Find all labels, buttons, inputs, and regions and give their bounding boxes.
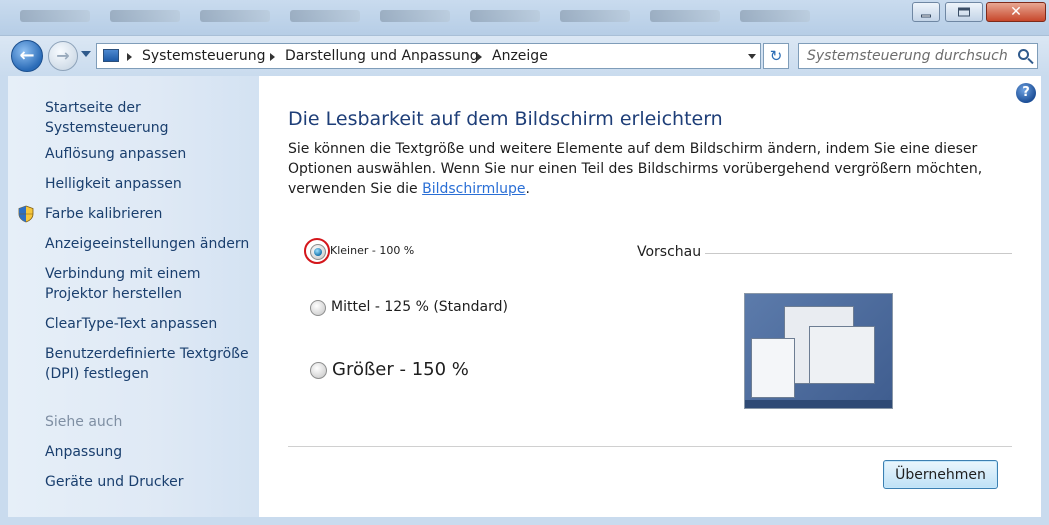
address-dropdown-icon[interactable] — [748, 54, 756, 59]
help-icon: ? — [1022, 85, 1030, 100]
preview-taskbar — [745, 400, 892, 408]
page-title: Die Lesbarkeit auf dem Bildschirm erleic… — [288, 108, 723, 130]
forward-button[interactable]: → — [48, 41, 78, 71]
refresh-icon: ↻ — [769, 47, 783, 65]
apply-button[interactable]: Übernehmen — [883, 460, 998, 489]
breadcrumb-systemsteuerung[interactable]: Systemsteuerung — [142, 48, 265, 64]
sidebar-item-helligkeit[interactable]: Helligkeit anpassen — [45, 174, 182, 194]
back-button[interactable]: ← — [11, 40, 43, 72]
minimize-icon — [921, 14, 931, 18]
arrow-left-icon: ← — [19, 45, 35, 66]
breadcrumb-anzeige[interactable]: Anzeige — [492, 48, 548, 64]
maximize-button[interactable] — [945, 2, 983, 22]
radio-kleiner[interactable] — [310, 244, 326, 260]
close-button[interactable]: ✕ — [986, 2, 1046, 22]
sidebar-item-farbe[interactable]: Farbe kalibrieren — [45, 204, 162, 224]
breadcrumb-darstellung[interactable]: Darstellung und Anpassung — [285, 48, 479, 64]
option-label-groesser[interactable]: Größer - 150 % — [332, 359, 469, 380]
maximize-icon — [958, 7, 970, 17]
refresh-button[interactable]: ↻ — [763, 43, 789, 69]
sidebar-item-aufloesung[interactable]: Auflösung anpassen — [45, 144, 186, 164]
sidebar-item-projektor[interactable]: Verbindung mit einem Projektor herstelle… — [45, 264, 220, 304]
preview-rule — [705, 253, 1012, 254]
sidebar-item-cleartype[interactable]: ClearType-Text anpassen — [45, 314, 217, 334]
description-text: Sie können die Textgröße und weitere Ele… — [288, 141, 983, 197]
close-icon: ✕ — [1010, 4, 1022, 20]
sidebar: Startseite der Systemsteuerung Auflösung… — [8, 76, 259, 517]
sidebar-home-link[interactable]: Startseite der Systemsteuerung — [45, 98, 259, 138]
see-also-heading: Siehe auch — [45, 414, 123, 430]
search-input[interactable] — [807, 47, 1007, 65]
sidebar-item-textgroesse[interactable]: Benutzerdefinierte Textgröße (DPI) festl… — [45, 344, 255, 384]
recent-pages-dropdown[interactable] — [81, 51, 91, 57]
sidebar-item-anzeigeeinstellungen[interactable]: Anzeigeeinstellungen ändern — [45, 234, 249, 254]
preview-label: Vorschau — [637, 244, 702, 260]
radio-groesser[interactable] — [310, 362, 327, 379]
preview-window-side — [751, 338, 795, 398]
radio-mittel[interactable] — [310, 300, 326, 316]
minimize-button[interactable] — [912, 2, 940, 22]
page-description: Sie können die Textgröße und weitere Ele… — [288, 139, 1018, 199]
main-content: ? Die Lesbarkeit auf dem Bildschirm erle… — [259, 76, 1041, 517]
arrow-right-icon: → — [56, 46, 70, 65]
control-panel-icon — [103, 49, 119, 62]
title-bar: ✕ — [0, 0, 1049, 36]
footer-divider — [288, 446, 1012, 447]
shield-icon — [18, 205, 34, 223]
sidebar-item-anpassung[interactable]: Anpassung — [45, 442, 122, 462]
description-end: . — [525, 181, 530, 197]
preview-window-front — [809, 326, 875, 384]
window-border-bottom — [0, 517, 1049, 525]
search-box[interactable] — [798, 43, 1038, 69]
breadcrumb-separator-icon[interactable] — [127, 53, 132, 61]
window-border-right — [1041, 76, 1049, 525]
breadcrumb-separator-icon[interactable] — [270, 53, 275, 61]
navigation-bar: ← → Systemsteuerung Darstellung und Anpa… — [0, 36, 1049, 76]
window-border-left — [0, 76, 8, 525]
preview-image — [744, 293, 893, 409]
sidebar-item-geraete[interactable]: Geräte und Drucker — [45, 472, 184, 492]
option-label-kleiner[interactable]: Kleiner - 100 % — [330, 244, 414, 257]
breadcrumb-separator-icon[interactable] — [477, 53, 482, 61]
bildschirmlupe-link[interactable]: Bildschirmlupe — [422, 181, 525, 197]
help-button[interactable]: ? — [1016, 83, 1036, 103]
blurred-tab-strip — [0, 4, 900, 30]
option-label-mittel[interactable]: Mittel - 125 % (Standard) — [331, 299, 508, 315]
address-bar[interactable]: Systemsteuerung Darstellung und Anpassun… — [96, 43, 761, 69]
search-icon[interactable] — [1018, 49, 1029, 60]
